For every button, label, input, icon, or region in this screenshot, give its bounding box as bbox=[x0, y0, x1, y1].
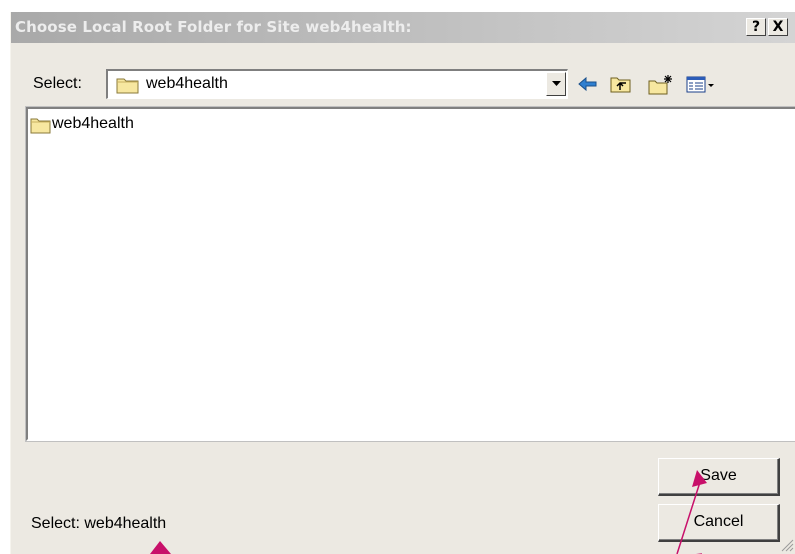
annotation-overlay bbox=[150, 470, 707, 554]
annotation-arrow-status bbox=[150, 541, 171, 554]
annotation-arrowhead-save bbox=[692, 470, 707, 487]
annotation-line-save bbox=[676, 478, 702, 554]
